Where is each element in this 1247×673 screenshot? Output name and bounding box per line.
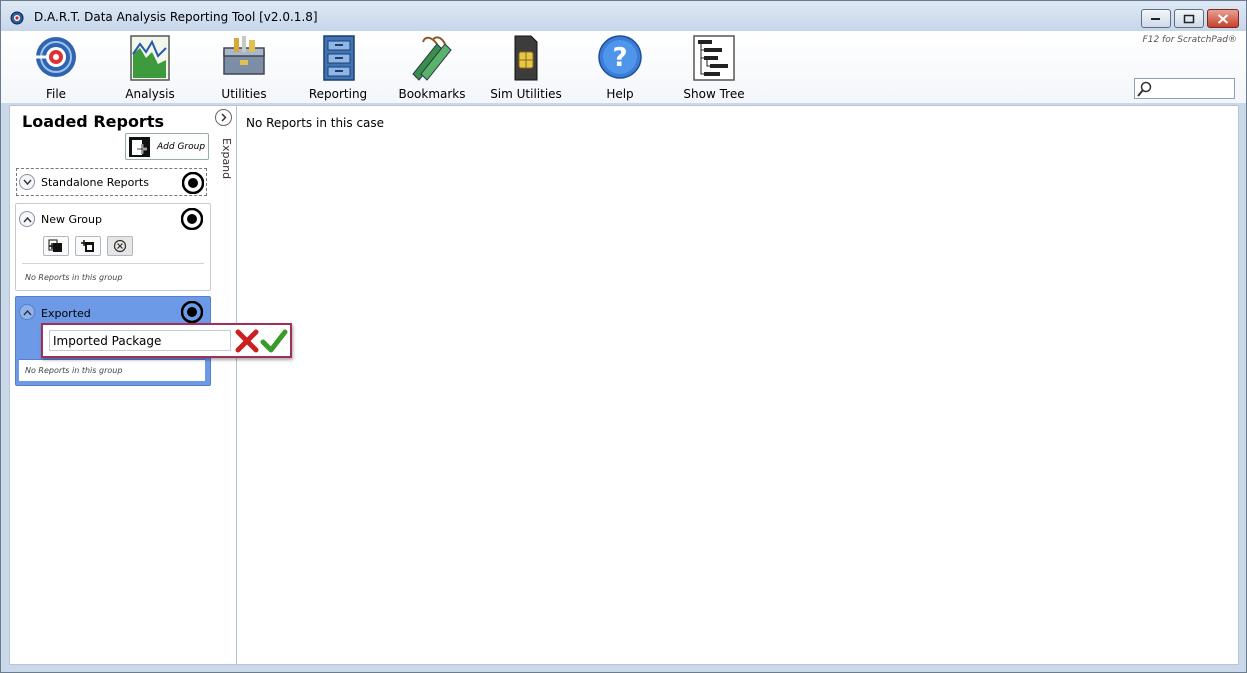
toolbox-icon xyxy=(223,36,265,75)
window-title: D.A.R.T. Data Analysis Reporting Tool [v… xyxy=(34,10,318,24)
panel-title: Loaded Reports xyxy=(22,112,164,131)
toolbar-show-tree-label: Show Tree xyxy=(683,87,745,101)
search-input[interactable] xyxy=(1155,80,1231,97)
chevron-right-icon xyxy=(221,113,227,122)
add-group-icon xyxy=(129,137,150,157)
rename-group-popup xyxy=(41,323,292,358)
chevron-up-icon xyxy=(23,309,32,316)
loaded-reports-panel: Loaded Reports Expand Add Group Standalo… xyxy=(10,106,237,664)
toolbar-file-label: File xyxy=(45,87,67,101)
bookmarks-icon xyxy=(412,36,452,81)
group-name: Standalone Reports xyxy=(41,176,149,189)
toolbar-show-tree-button[interactable]: Show Tree xyxy=(674,34,754,101)
expand-label[interactable]: Expand xyxy=(215,138,233,179)
add-sim-icon xyxy=(81,240,94,252)
app-logo-icon xyxy=(10,11,24,25)
empty-group-text: No Reports in this group xyxy=(25,366,123,375)
add-sim-report-button[interactable] xyxy=(75,236,101,256)
confirm-rename-icon[interactable] xyxy=(260,328,288,354)
collapse-toggle[interactable] xyxy=(19,174,35,190)
close-icon xyxy=(1217,13,1229,24)
restore-icon xyxy=(1183,14,1195,23)
add-report-button[interactable] xyxy=(43,236,69,256)
search-icon xyxy=(1137,81,1152,97)
cancel-rename-icon[interactable] xyxy=(235,329,259,353)
minimize-icon xyxy=(1151,17,1160,20)
tree-icon xyxy=(693,35,735,81)
expand-panel-button[interactable] xyxy=(215,109,232,126)
remove-group-button[interactable] xyxy=(107,236,133,256)
close-button[interactable] xyxy=(1207,9,1239,28)
group-name: New Group xyxy=(41,213,102,226)
toolbar-bookmarks-button[interactable]: Bookmarks xyxy=(392,34,472,101)
target-icon[interactable] xyxy=(181,301,203,323)
maximize-button[interactable] xyxy=(1174,9,1204,28)
add-group-button[interactable]: Add Group xyxy=(125,133,209,160)
toolbar-help-label: Help xyxy=(606,87,634,101)
divider xyxy=(22,263,204,264)
toolbar-sim-utilities-label: Sim Utilities xyxy=(490,87,562,101)
toolbar-analysis-button[interactable]: Analysis xyxy=(110,34,190,101)
toolbar-help-button[interactable]: ? Help xyxy=(580,34,660,101)
empty-case-message: No Reports in this case xyxy=(246,116,385,130)
main-toolbar: File Analysis Utilities Reporting Bookma… xyxy=(1,31,1246,103)
report-content-area: No Reports in this case xyxy=(237,106,1238,664)
toolbar-analysis-label: Analysis xyxy=(125,87,175,101)
chevron-down-icon xyxy=(23,179,32,186)
group-name-input[interactable] xyxy=(49,330,231,351)
toolbar-file-button[interactable]: File xyxy=(16,34,96,101)
collapse-toggle[interactable] xyxy=(19,304,35,320)
svg-text:?: ? xyxy=(612,43,627,73)
empty-group-text: No Reports in this group xyxy=(25,273,123,282)
search-box[interactable] xyxy=(1134,78,1235,99)
toolbar-utilities-label: Utilities xyxy=(221,87,267,101)
collapse-toggle[interactable] xyxy=(19,211,35,227)
group-new-group[interactable]: New Group No Reports in this group xyxy=(15,203,211,291)
group-contents: No Reports in this group xyxy=(19,359,205,381)
add-document-icon xyxy=(48,239,62,252)
toolbar-bookmarks-label: Bookmarks xyxy=(398,87,466,101)
file-disc-icon xyxy=(36,37,76,77)
toolbar-reporting-label: Reporting xyxy=(308,87,368,101)
client-area: Loaded Reports Expand Add Group Standalo… xyxy=(9,105,1239,665)
target-icon[interactable] xyxy=(182,172,204,194)
toolbar-sim-utilities-button[interactable]: Sim Utilities xyxy=(486,34,566,101)
scratchpad-hint: F12 for ScratchPad® xyxy=(1142,35,1237,45)
filing-cabinet-icon xyxy=(323,35,355,81)
toolbar-reporting-button[interactable]: Reporting xyxy=(298,34,378,101)
title-bar[interactable]: D.A.R.T. Data Analysis Reporting Tool [v… xyxy=(1,1,1246,31)
group-standalone-reports[interactable]: Standalone Reports xyxy=(16,168,207,196)
remove-icon xyxy=(113,239,127,253)
chevron-up-icon xyxy=(23,216,32,223)
group-name: Exported xyxy=(41,307,91,320)
minimize-button[interactable] xyxy=(1141,9,1171,28)
app-window: D.A.R.T. Data Analysis Reporting Tool [v… xyxy=(0,0,1247,673)
add-group-label: Add Group xyxy=(157,142,206,152)
sim-card-icon xyxy=(514,35,538,81)
analysis-chart-icon xyxy=(130,35,170,81)
help-icon: ? xyxy=(598,35,642,79)
toolbar-utilities-button[interactable]: Utilities xyxy=(204,34,284,101)
target-icon[interactable] xyxy=(181,208,203,230)
